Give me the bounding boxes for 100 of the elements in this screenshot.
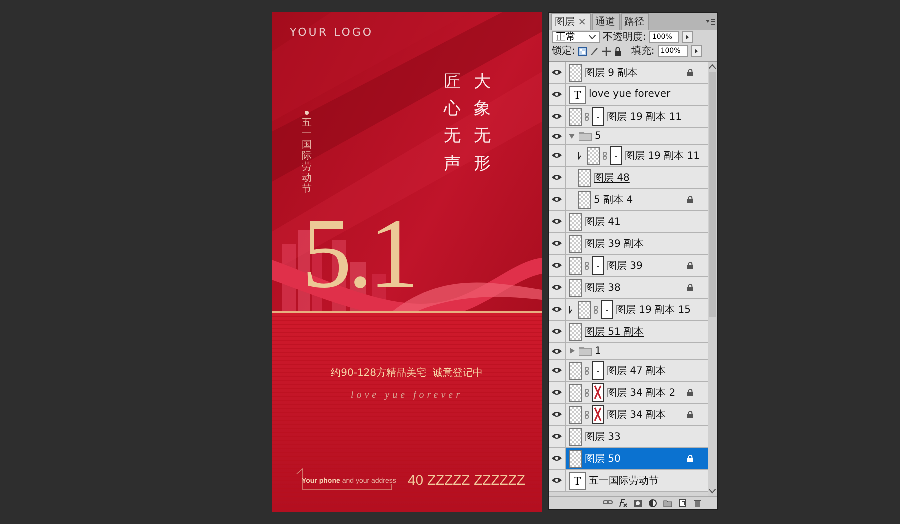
layer-name[interactable]: 图层 48 [594,170,708,184]
layer-row[interactable]: 图层 48 [549,167,708,189]
layer-name[interactable]: 图层 50 [585,452,684,466]
eye-icon[interactable] [552,477,562,484]
layer-name[interactable]: love yue forever [589,89,708,100]
layer-row[interactable]: 图层 38 [549,277,708,299]
eye-icon[interactable] [552,132,562,140]
layer-name[interactable]: 5 [595,130,708,142]
new-layer-icon[interactable] [678,498,688,508]
layer-name[interactable]: 图层 34 副本 2 [607,386,684,400]
link-icon[interactable] [603,498,613,508]
panel-tab[interactable]: 通道 [592,13,620,30]
folder-icon [579,346,592,356]
scroll-down-icon[interactable] [709,489,716,494]
eye-icon[interactable] [552,240,562,247]
adjustment-icon[interactable] [648,498,658,508]
caret-icon [589,35,596,39]
layer-row[interactable]: 图层 19 副本 11 [549,106,708,128]
link-icon [585,112,589,120]
fill-arrow-button[interactable] [690,45,702,57]
layer-row[interactable]: 5 [549,128,708,145]
layer-name[interactable]: 五一国际劳动节 [589,474,708,488]
eye-icon[interactable] [552,411,562,418]
layer-name[interactable]: 图层 41 [585,214,708,228]
eye-icon[interactable] [552,218,562,225]
layer-name[interactable]: 图层 51 副本 [585,324,708,338]
eye-icon[interactable] [552,69,562,76]
layer-row[interactable]: 图层 19 副本 15 [549,299,708,321]
layer-row[interactable]: 图层 9 副本 [549,62,708,84]
eye-icon[interactable] [552,389,562,396]
scrollbar-thumb[interactable] [709,72,716,317]
eye-icon[interactable] [552,196,562,203]
layer-row[interactable]: 图层 19 副本 11 [549,145,708,167]
move-icon[interactable] [602,46,612,56]
trash-icon[interactable] [693,498,703,508]
folder-icon [579,131,592,141]
eye-icon[interactable] [552,91,562,98]
lock-icon[interactable] [614,46,622,56]
folder-icon[interactable] [663,498,673,508]
eye-icon[interactable] [552,433,562,440]
layer-row[interactable]: 图层 39 [549,255,708,277]
lock-transparent-icon[interactable] [578,46,588,56]
layer-name[interactable]: 图层 39 副本 [585,236,708,250]
layer-name[interactable]: 图层 39 [607,258,684,272]
layer-name[interactable]: 图层 47 副本 [607,364,708,378]
brush-icon[interactable] [590,46,600,56]
layer-name[interactable]: 图层 19 副本 15 [616,302,708,316]
eye-icon[interactable] [552,262,562,269]
layer-name[interactable]: 图层 33 [585,430,708,444]
layer-row[interactable]: 5 副本 4 [549,189,708,211]
link-icon [603,152,607,160]
layer-name[interactable]: 图层 19 副本 11 [625,148,708,162]
eye-icon[interactable] [552,174,562,181]
scrollbar[interactable] [708,62,717,496]
layer-row[interactable]: 图层 33 [549,426,708,448]
layer-name[interactable]: 图层 34 副本 [607,408,684,422]
layer-row[interactable]: 图层 34 副本 2 [549,382,708,404]
panel-tab[interactable]: 图层 × [551,13,591,30]
link-icon [585,388,589,396]
layer-name[interactable]: 5 副本 4 [594,192,684,206]
script-text: love yue forever [350,390,464,401]
eye-icon[interactable] [552,328,562,335]
layer-row[interactable]: 图层 41 [549,211,708,233]
tagline-text: 约90-128方精品美宅 诚意登记中 [330,366,484,380]
layer-name[interactable]: 图层 38 [585,280,684,294]
layer-row[interactable]: 图层 50 [549,448,708,470]
layer-row[interactable]: 图层 47 副本 [549,360,708,382]
layer-row[interactable]: 图层 51 副本 [549,321,708,343]
logo-text: YOUR LOGO [290,26,374,39]
eye-icon[interactable] [552,113,562,120]
layer-row[interactable]: T love yue forever [549,84,708,106]
eye-icon[interactable] [552,455,562,462]
eye-icon[interactable] [552,367,562,374]
caret-icon [694,48,698,54]
effects-icon[interactable] [618,498,628,508]
mask-icon[interactable] [633,498,643,508]
eye-icon[interactable] [552,348,562,354]
layer-name[interactable]: 1 [595,346,708,356]
eye-icon[interactable] [552,306,562,313]
layer-name[interactable]: 图层 19 副本 11 [607,110,708,124]
layer-row[interactable]: 图层 39 副本 [549,233,708,255]
eye-icon[interactable] [552,284,562,291]
layer-name[interactable]: 图层 9 副本 [585,66,684,80]
opacity-label: 不透明度: [603,30,646,44]
dot-icon [305,111,309,115]
layer-row[interactable]: 1 [549,343,708,360]
eye-icon[interactable] [552,152,562,159]
opacity-arrow-button[interactable] [682,31,694,43]
expand-triangle-icon[interactable] [569,133,575,139]
panel-tab[interactable]: 路径 [620,13,649,30]
layer-thumbnail [569,428,582,446]
layer-thumbnail [587,146,600,164]
scroll-up-icon[interactable] [709,64,716,69]
panel-menu-icon[interactable] [706,18,715,26]
layer-row[interactable]: T 五一国际劳动节 [549,470,708,492]
layer-thumbnail [569,108,582,126]
layer-row[interactable]: 图层 34 副本 [549,404,708,426]
blend-mode-dropdown[interactable]: 正常 [552,31,600,43]
slogan-text: 大象无形 [474,71,491,176]
expand-triangle-icon[interactable] [569,348,575,354]
